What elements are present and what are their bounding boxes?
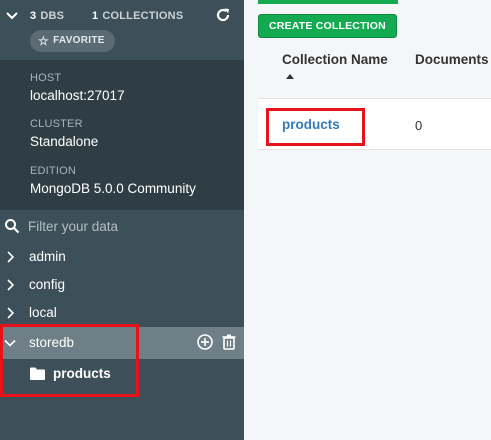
sidebar-item-admin[interactable]: admin bbox=[0, 243, 244, 271]
chevron-right-icon bbox=[7, 307, 15, 319]
chevron-down-icon bbox=[4, 339, 16, 347]
sidebar-item-config[interactable]: config bbox=[0, 271, 244, 299]
edition-label: EDITION bbox=[30, 165, 77, 177]
database-list: admin config local storedb products bbox=[0, 243, 244, 389]
cluster-label: CLUSTER bbox=[30, 118, 83, 130]
chevron-right-icon bbox=[7, 251, 15, 263]
database-name: admin bbox=[29, 249, 66, 264]
edition-value: MongoDB 5.0.0 Community bbox=[30, 181, 196, 196]
column-header-collection-name[interactable]: Collection Name bbox=[282, 52, 388, 67]
host-label: HOST bbox=[30, 72, 62, 84]
folder-icon bbox=[30, 367, 45, 380]
cluster-value: Standalone bbox=[30, 134, 99, 149]
column-header-documents[interactable]: Documents bbox=[415, 52, 489, 67]
sidebar-header: 3 DBS 1 COLLECTIONS ☆ FAVORITE bbox=[0, 0, 244, 60]
create-collection-button[interactable]: CREATE COLLECTION bbox=[258, 14, 397, 38]
database-actions bbox=[196, 333, 238, 351]
filter-bar bbox=[0, 210, 244, 242]
collection-link[interactable]: products bbox=[282, 117, 340, 132]
host-value: localhost:27017 bbox=[30, 88, 125, 103]
document-count: 0 bbox=[415, 118, 423, 133]
database-name: config bbox=[29, 277, 66, 292]
db-count: 3 DBS bbox=[30, 10, 65, 22]
chevron-down-icon[interactable] bbox=[4, 8, 20, 24]
sort-ascending-icon bbox=[286, 74, 294, 79]
filter-input[interactable] bbox=[28, 216, 228, 236]
star-icon: ☆ bbox=[38, 34, 50, 48]
collection-count: 1 COLLECTIONS bbox=[92, 10, 184, 22]
database-name: storedb bbox=[29, 335, 75, 350]
chevron-right-icon bbox=[7, 279, 15, 291]
sidebar-item-storedb[interactable]: storedb bbox=[0, 327, 244, 359]
search-icon bbox=[5, 219, 20, 234]
instance-info: HOST localhost:27017 CLUSTER Standalone … bbox=[0, 60, 244, 210]
favorite-label: FAVORITE bbox=[53, 35, 105, 46]
favorite-button[interactable]: ☆ FAVORITE bbox=[30, 30, 115, 52]
database-name: local bbox=[29, 305, 57, 320]
sidebar-item-local[interactable]: local bbox=[0, 299, 244, 327]
collection-name: products bbox=[53, 366, 111, 381]
refresh-icon[interactable] bbox=[214, 6, 232, 24]
sidebar: 3 DBS 1 COLLECTIONS ☆ FAVORITE HOST localh… bbox=[0, 0, 244, 440]
collections-panel: CREATE COLLECTION Collection Name Docume… bbox=[244, 0, 491, 440]
table-row: products 0 bbox=[258, 98, 491, 150]
sidebar-collection-products[interactable]: products bbox=[0, 359, 244, 389]
trash-icon[interactable] bbox=[220, 333, 238, 351]
active-tab-indicator bbox=[258, 0, 398, 4]
add-collection-icon[interactable] bbox=[196, 333, 214, 351]
